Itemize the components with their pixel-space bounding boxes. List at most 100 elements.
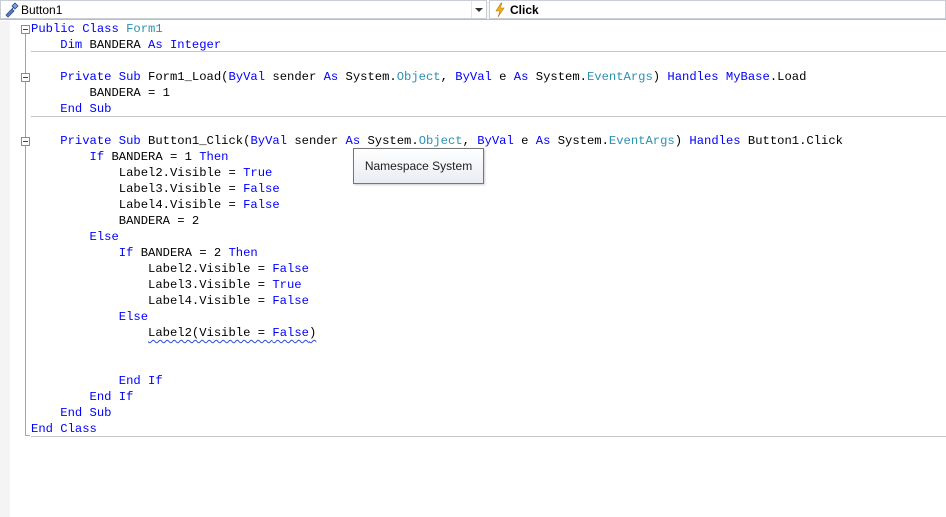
keyword-token: ByVal [477,134,514,148]
code-token: sender [287,134,346,148]
code-token: Label2.Visible = [31,262,273,276]
keyword-token: True [272,278,302,292]
keyword-token: Else [89,230,119,244]
keyword-token: As [345,134,361,148]
code-token: System. [528,70,587,84]
keyword-token: False [272,262,309,276]
code-line[interactable]: Public Class Form1 [31,21,843,37]
type-token: EventArgs [586,70,653,84]
code-line[interactable] [31,117,843,133]
code-token: Label4.Visible = [31,294,273,308]
code-token: ) [674,134,690,148]
collapse-button-click-icon[interactable] [21,137,30,146]
keyword-token: Handles [689,134,741,148]
keyword-token: False [272,326,309,340]
keyword-token: Private Sub [60,134,141,148]
code-token: BANDERA [82,38,149,52]
code-token: e [491,70,514,84]
code-token: Form1_Load( [140,70,229,84]
class-dropdown-value: Button1 [21,2,63,17]
type-token: Object [396,70,441,84]
type-token: EventArgs [608,134,675,148]
navigation-bar: Button1 Click [0,0,946,20]
tooltip-text: Namespace System [364,159,473,173]
outline-guide-class-end [25,435,30,436]
keyword-token: End Sub [60,102,112,116]
code-token: BANDERA = 1 [104,150,200,164]
code-line[interactable]: BANDERA = 2 [31,213,843,229]
code-line[interactable]: If BANDERA = 2 Then [31,245,843,261]
class-member-icon [3,1,19,18]
code-line[interactable]: Label2(Visible = False) [31,325,843,341]
keyword-token: End If [118,374,163,388]
keyword-token: End If [89,390,134,404]
code-token: System. [550,134,609,148]
keyword-token: If [118,246,134,260]
code-line[interactable]: End Sub [31,101,843,117]
code-line[interactable]: End If [31,389,843,405]
code-token: Button1.Click [740,134,843,148]
code-line[interactable]: End If [31,373,843,389]
code-line[interactable]: End Sub [31,405,843,421]
code-token: Label3.Visible = [31,182,244,196]
keyword-token: False [272,294,309,308]
code-line[interactable]: Label2.Visible = False [31,261,843,277]
code-line[interactable]: Private Sub Form1_Load(ByVal sender As S… [31,69,843,85]
lightning-event-icon [492,2,508,18]
code-token: , [462,134,478,148]
code-line[interactable] [31,341,843,357]
code-line[interactable]: Label4.Visible = False [31,293,843,309]
code-token: System. [360,134,419,148]
chevron-down-icon[interactable] [471,1,486,18]
keyword-token: End Class [31,422,97,436]
code-token: BANDERA = 2 [133,246,229,260]
method-dropdown[interactable]: Click [489,0,946,19]
code-token: sender [265,70,324,84]
outline-guide-load [25,77,26,111]
code-token: , [440,70,456,84]
code-token: Label2.Visible = [31,166,244,180]
keyword-token: As [535,134,551,148]
keyword-token: As [323,70,339,84]
code-line[interactable] [31,53,843,69]
keyword-token: If [89,150,105,164]
keyword-token: Handles MyBase [667,70,770,84]
code-token: e [513,134,536,148]
code-editor[interactable]: Public Class Form1 Dim BANDERA As Intege… [31,21,843,437]
type-token: Object [418,134,463,148]
keyword-token: ByVal [455,70,492,84]
code-token: Button1_Click( [140,134,251,148]
code-line[interactable]: Private Sub Button1_Click( ByVal sender A… [31,133,843,149]
code-line[interactable]: Label3.Visible = True [31,277,843,293]
code-line[interactable] [31,357,843,373]
code-line[interactable]: Else [31,229,843,245]
quickinfo-tooltip: Namespace System [353,148,484,184]
code-token: Label3.Visible = [31,278,273,292]
editor-margin [0,21,10,517]
code-token: BANDERA = 2 [31,214,200,228]
keyword-token: As [513,70,529,84]
class-dropdown[interactable]: Button1 [0,0,487,19]
code-token: ) [652,70,668,84]
code-line[interactable]: Label4.Visible = False [31,197,843,213]
collapse-form-load-icon[interactable] [21,73,30,82]
keyword-token: Public Class [31,22,127,36]
code-line[interactable]: Dim BANDERA As Integer [31,37,843,53]
code-token: BANDERA = 1 [31,86,170,100]
code-line[interactable]: Else [31,309,843,325]
code-line[interactable]: End Class [31,421,843,437]
code-token: Label4.Visible = [31,198,244,212]
collapse-class-icon[interactable] [21,25,30,34]
code-line[interactable]: BANDERA = 1 [31,85,843,101]
keyword-token: Then [199,150,229,164]
keyword-token: As Integer [148,38,222,52]
